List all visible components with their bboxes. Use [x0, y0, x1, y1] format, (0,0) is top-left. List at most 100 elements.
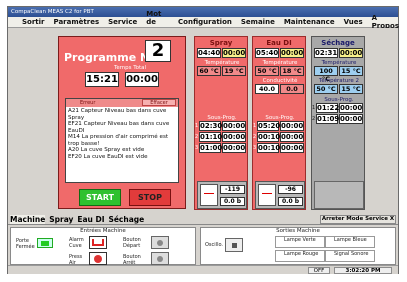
- row-index: 2: [195, 134, 199, 140]
- sousprog-row: 1 01:22 00:00: [312, 103, 366, 114]
- inputs-title: Entrées Machine: [80, 228, 126, 234]
- lampe-verte-label: Lampe Verte: [275, 236, 325, 248]
- eaudi-level-bar: [258, 184, 276, 206]
- sousprog-time: 00:10: [257, 132, 281, 142]
- sousprog-remaining: 00:00: [339, 103, 363, 113]
- sechage-title: Séchage: [321, 39, 355, 47]
- inputs-group: Entrées Machine Porte Fermée Alarm Cuve …: [10, 227, 196, 266]
- menu-parametres[interactable]: Paramètres: [54, 18, 100, 26]
- door-icon: [37, 238, 53, 248]
- sechage-temp-set: 100 °C: [314, 66, 338, 83]
- alarm-label: Alarm Cuve: [69, 237, 84, 249]
- menu-configuration[interactable]: Configuration: [178, 18, 232, 26]
- eaudi-sousprog-list: 1 05:20 00:00 2 00:10 00:00 3 00:10 00:00: [253, 121, 307, 154]
- error-line: M14 La pression d'air comprimé est: [68, 134, 169, 140]
- row-index: 1: [312, 105, 316, 111]
- spray-time-1: 04:40: [197, 48, 221, 58]
- sousprog-time: 01:10: [199, 132, 223, 142]
- oscillo-icon: [225, 238, 243, 252]
- eaudi-panel: Eau DI 05:40 00:00 Température 50 °C 18 …: [252, 36, 306, 210]
- lampe-bleue-label: Lampe Bleue: [325, 236, 375, 248]
- eaudi-cond-actual: 0.0: [280, 84, 304, 94]
- eaudi-temp-set: 50 °C: [255, 66, 279, 76]
- title-bar: CompaClean MEAS C2 for PBT: [8, 7, 398, 17]
- sechage-temp2-set: 50 °C: [314, 84, 338, 94]
- error-header: Erreur Effacer: [66, 99, 178, 107]
- sechage-time-2: 00:00: [339, 48, 363, 58]
- row-index: 1: [253, 123, 257, 129]
- sousprog-row: 2 01:09 00:00: [312, 114, 366, 125]
- eaudi-title: Eau DI: [266, 39, 292, 47]
- spray-time-2: 00:00: [222, 48, 246, 58]
- row-index: 2: [253, 134, 257, 140]
- row-index: 3: [195, 145, 199, 151]
- spray-gauge-value: -119: [220, 185, 245, 194]
- status-mode: OFF: [308, 267, 330, 274]
- menu-semaine[interactable]: Semaine: [241, 18, 275, 26]
- spray-gauge: -119 0.0 b: [197, 181, 247, 209]
- sousprog-row: 2 00:10 00:00: [253, 132, 307, 143]
- pressure-gauge-icon: [89, 252, 107, 265]
- time-elapsed: 15:21: [85, 72, 119, 87]
- sousprog-remaining: 00:00: [280, 132, 304, 142]
- sousprog-time: 02:30: [199, 121, 223, 131]
- tab-sechage[interactable]: Séchage: [108, 215, 144, 224]
- sousprog-time: 05:20: [257, 121, 281, 131]
- sechage-time-1: 02:31: [314, 48, 338, 58]
- eaudi-gauge-value: -96: [278, 185, 303, 194]
- start-button[interactable]: START: [79, 189, 121, 206]
- error-list: Erreur Effacer A21 Capteur Niveau bas da…: [65, 98, 179, 183]
- row-index: 1: [195, 123, 199, 129]
- program-label: Programme N°: [64, 51, 155, 64]
- outputs-title: Sorties Machine: [276, 228, 320, 234]
- lampe-rouge-label: Lampe Rouge: [275, 250, 325, 262]
- tank-icon: [89, 236, 107, 249]
- menu-sortir[interactable]: Sortir: [22, 18, 45, 26]
- eaudi-temp-actual: 18 °C: [280, 66, 304, 76]
- sousprog-remaining: 00:00: [280, 143, 304, 153]
- clear-errors-button[interactable]: Effacer: [142, 99, 176, 106]
- oscillo-label: Oscillo.: [205, 242, 224, 248]
- stop-button[interactable]: STOP: [129, 189, 171, 206]
- sechage-temp2-actual: 15 °C: [339, 84, 363, 94]
- work-area: Programme N° 2 Temps Total 15:21 00:00 E…: [8, 28, 398, 215]
- tab-eaudi[interactable]: Eau DI: [77, 215, 104, 224]
- spray-title: Spray: [209, 39, 233, 47]
- eaudi-time-1: 05:40: [255, 48, 279, 58]
- sousprog-row: 3 00:10 00:00: [253, 143, 307, 154]
- menu-maintenance[interactable]: Maintenance: [284, 18, 335, 26]
- sousprog-row: 3 01:00 00:00: [195, 143, 249, 154]
- tab-spray[interactable]: Spray: [49, 215, 73, 224]
- porte-label: Porte Fermée: [16, 238, 35, 250]
- sousprog-row: 2 01:10 00:00: [195, 132, 249, 143]
- row-index: 3: [253, 145, 257, 151]
- depart-label: Bouton Départ: [123, 237, 141, 249]
- spray-level-bar: [200, 184, 218, 206]
- sousprog-row: 1 02:30 00:00: [195, 121, 249, 132]
- sechage-temp-actual: 15 °C: [339, 66, 363, 76]
- stop-pushbutton-icon: [151, 252, 169, 265]
- stop-service-mode-button[interactable]: Arreter Mode Service X: [320, 215, 396, 224]
- sousprog-time: 01:22: [316, 103, 340, 113]
- menu-vues[interactable]: Vues: [344, 18, 363, 26]
- sousprog-time: 00:10: [257, 143, 281, 153]
- eaudi-time-2: 00:00: [280, 48, 304, 58]
- tab-machine[interactable]: Machine: [10, 215, 46, 224]
- sechage-sousprog-list: 1 01:22 00:00 2 01:09 00:00: [312, 103, 366, 125]
- eaudi-gauge: -96 0.0 b: [255, 181, 305, 209]
- spray-panel: Spray 04:40 00:00 Température 60 °C 19 °…: [194, 36, 248, 210]
- sousprog-time: 01:00: [199, 143, 223, 153]
- signal-sonore-label: Signal Sonore: [325, 250, 375, 262]
- spray-temp-actual: 19 °C: [222, 66, 246, 76]
- program-panel: Programme N° 2 Temps Total 15:21 00:00 E…: [58, 36, 186, 209]
- sousprog-remaining: 00:00: [222, 121, 246, 131]
- program-number: 2: [145, 40, 171, 62]
- start-pushbutton-icon: [151, 236, 169, 249]
- main-window: CompaClean MEAS C2 for PBT Sortir Paramè…: [7, 6, 399, 274]
- sousprog-remaining: 00:00: [280, 121, 304, 131]
- sousprog-remaining: 00:00: [222, 132, 246, 142]
- error-line: A21 Capteur Niveau bas dans cuve: [68, 108, 167, 114]
- error-line: EF20 La cuve EauDI est vide: [68, 153, 148, 160]
- sechage-panel: Séchage 02:31 00:00 Température 100 °C 1…: [311, 36, 365, 210]
- menu-service[interactable]: Service: [108, 18, 137, 26]
